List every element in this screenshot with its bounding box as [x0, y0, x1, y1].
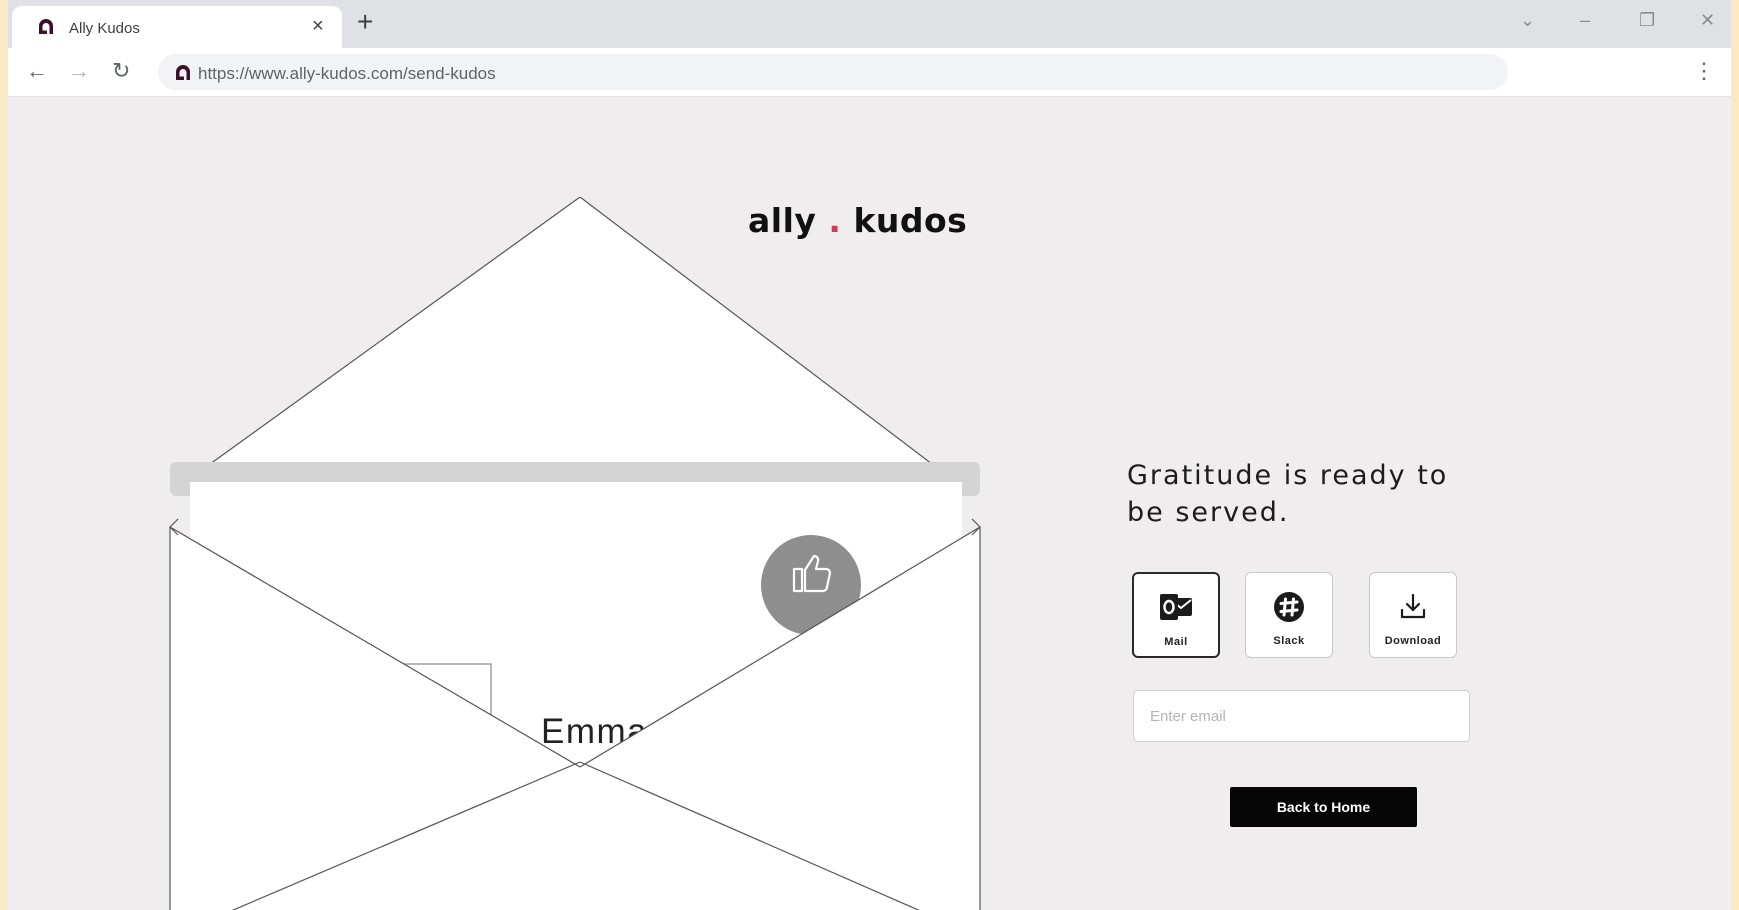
ally-logo-icon — [36, 17, 56, 42]
slack-icon — [1246, 591, 1332, 623]
kudos-envelope-illustration: Emma — [156, 196, 996, 910]
address-bar[interactable]: https://www.ally-kudos.com/send-kudos — [158, 54, 1508, 90]
share-slack-button[interactable]: Slack — [1245, 572, 1333, 658]
share-slack-label: Slack — [1273, 635, 1305, 647]
tab-close-icon[interactable]: × — [312, 15, 324, 38]
share-mail-button[interactable]: Mail — [1132, 572, 1220, 658]
outlook-mail-icon — [1134, 592, 1218, 624]
tab-ally-kudos[interactable]: Ally Kudos × — [12, 6, 342, 48]
tab-search-dropdown-icon[interactable]: ⌄ — [1520, 10, 1535, 31]
forward-arrow-icon[interactable]: → — [68, 58, 90, 84]
back-to-home-button[interactable]: Back to Home — [1230, 787, 1417, 827]
share-download-button[interactable]: Download — [1369, 572, 1457, 658]
tab-title: Ally Kudos — [69, 20, 140, 37]
email-field[interactable] — [1133, 690, 1470, 742]
logo-dot: . — [828, 201, 842, 240]
ally-kudos-logo: ally . kudos — [748, 201, 967, 240]
download-icon — [1370, 591, 1456, 623]
ally-logo-icon — [173, 63, 193, 88]
close-window-button[interactable]: ✕ — [1700, 10, 1715, 31]
restore-button[interactable]: ❐ — [1639, 10, 1655, 31]
new-tab-button[interactable]: + — [357, 6, 373, 38]
back-arrow-icon[interactable]: ← — [26, 58, 48, 84]
tab-strip: Ally Kudos × + ⌄ – ❐ ✕ — [8, 0, 1731, 48]
browser-toolbar: ← → ↻ https://www.ally-kudos.com/send-ku… — [8, 48, 1731, 97]
share-download-label: Download — [1384, 635, 1442, 647]
minimize-button[interactable]: – — [1580, 10, 1590, 31]
share-headline: Gratitude is ready to be served. — [1127, 460, 1449, 528]
page-content: Emma ally . kudos Gratitude is ready to … — [8, 97, 1731, 910]
logo-kudos: kudos — [853, 201, 968, 240]
browser-window: Ally Kudos × + ⌄ – ❐ ✕ ← → ↻ https://www… — [8, 0, 1731, 910]
logo-ally: ally — [748, 201, 817, 240]
reload-icon[interactable]: ↻ — [112, 58, 130, 84]
url-text[interactable]: https://www.ally-kudos.com/send-kudos — [198, 64, 496, 84]
browser-menu-icon[interactable]: ⋮ — [1693, 58, 1715, 84]
share-mail-label: Mail — [1164, 636, 1188, 648]
